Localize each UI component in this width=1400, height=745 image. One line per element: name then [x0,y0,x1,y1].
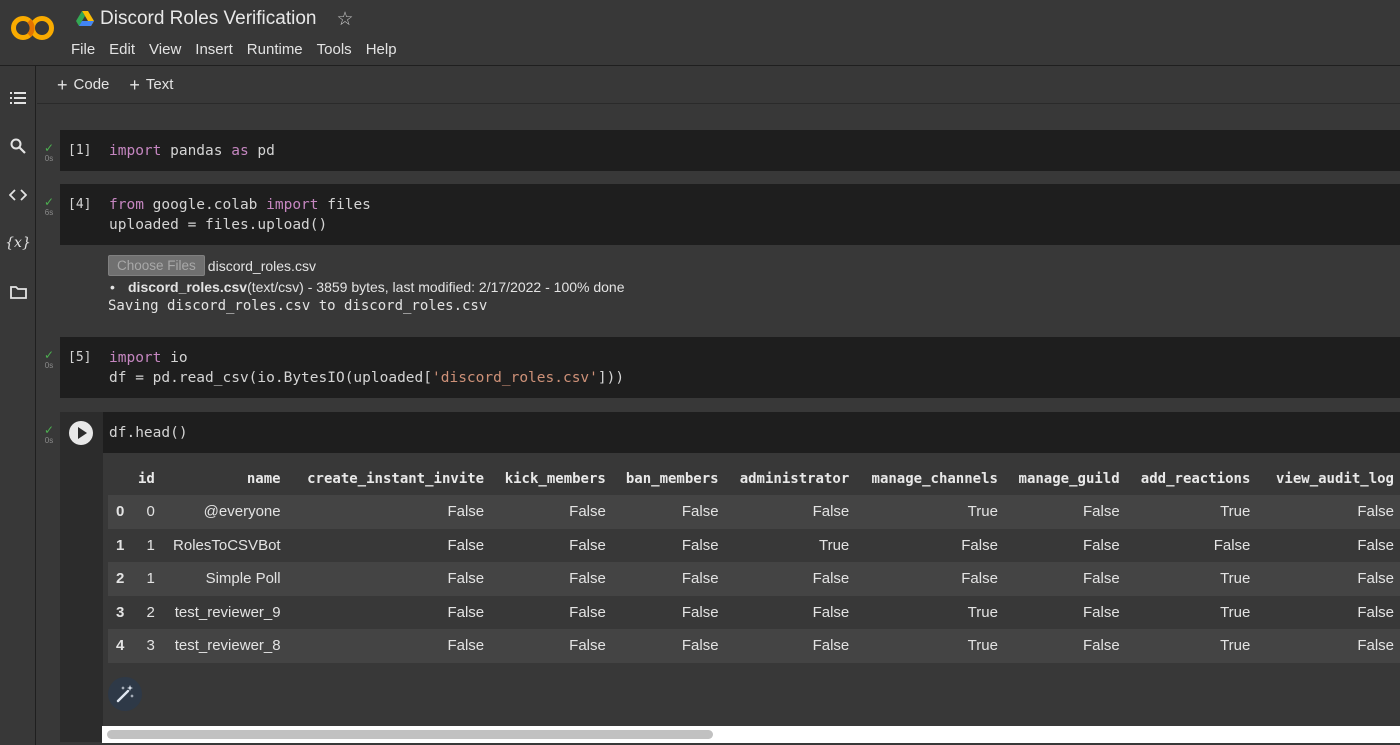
add-code-label: Code [73,76,110,93]
add-text-label: Text [145,76,174,93]
title-row: Discord Roles Verification ☆ [76,6,354,32]
column-header: manage_channels [871,470,998,487]
check-icon: ✓ [43,141,55,155]
header: Discord Roles Verification ☆ File Edit V… [0,0,1400,66]
column-header: add_reactions [1140,470,1251,487]
column-header: name [246,470,281,487]
cell-code[interactable]: from google.colab import files uploaded … [109,195,371,235]
exec-time: 0s [44,436,54,445]
exec-time: 6s [44,208,54,217]
plus-icon: + [129,74,140,95]
column-header: manage_guild [1018,470,1120,487]
table-row: 0 0 @everyone False False False False True False… [108,495,1400,529]
table-row: 4 3 test_reviewer_8 False False False False Tru… [108,629,1400,663]
column-header [108,462,132,495]
menu-help[interactable]: Help [366,41,397,58]
plus-icon: + [57,74,68,95]
notebook-title[interactable]: Discord Roles Verification [100,8,316,30]
magic-wand-icon [116,685,134,703]
cell-code[interactable]: df.head() [109,423,188,443]
table-header-row: id name create_instant_invite kick_membe… [108,462,1400,495]
colab-logo[interactable] [10,12,56,44]
bullet-icon: • [110,279,115,295]
magic-wand-button[interactable] [108,677,142,711]
files-folder-icon[interactable] [6,280,30,304]
chosen-file-name: discord_roles.csv [207,257,316,274]
table-row: 1 1 RolesToCSVBot False False False True False F… [108,528,1400,562]
cell-status: ✓ 6s [42,196,56,217]
star-icon[interactable]: ☆ [336,10,353,29]
add-code-button[interactable]: + Code [57,76,109,94]
check-icon: ✓ [43,348,55,362]
cell-status: ✓ 0s [42,349,56,370]
cell-prompt: [1] [68,143,92,158]
choose-files-button[interactable]: Choose Files [108,255,205,276]
cell-status: ✓ 0s [42,424,56,445]
add-text-button[interactable]: + Text [129,76,173,94]
cell-prompt: [4] [68,197,92,212]
exec-time: 0s [44,154,54,163]
column-header: view_audit_log [1275,470,1394,487]
search-icon[interactable] [6,134,30,158]
notebook-toolbar: + Code + Text [37,66,1400,104]
upload-output: Choose Files discord_roles.csv • discord_r… [108,255,625,315]
column-header: kick_members [504,470,606,487]
dataframe-table: id name create_instant_invite kick_membe… [108,462,1400,663]
exec-time: 0s [44,361,54,370]
table-row: 3 2 test_reviewer_9 False False False False Tru… [108,595,1400,629]
google-drive-icon [76,11,94,26]
menu-file[interactable]: File [71,41,95,58]
cell-code[interactable]: import pandas as pd [109,141,275,161]
left-rail: {x} [0,66,36,745]
column-header: ban_members [625,470,719,487]
code-cell[interactable] [103,412,1400,453]
cell-prompt: [5] [68,350,92,365]
cell-gutter [60,412,103,742]
code-snippets-icon[interactable] [6,183,30,207]
table-row: 2 1 Simple Poll False False False False False Fa… [108,562,1400,596]
menu-edit[interactable]: Edit [109,41,135,58]
play-icon [78,427,87,439]
scrollbar-thumb[interactable] [107,730,713,739]
table-of-contents-icon[interactable] [6,86,30,110]
column-header: administrator [739,470,850,487]
menu-view[interactable]: View [149,41,181,58]
run-cell-button[interactable] [69,421,93,445]
saving-message: Saving discord_roles.csv to discord_role… [108,298,488,314]
cell-code[interactable]: import io df = pd.read_csv(io.BytesIO(up… [109,348,624,388]
menu-insert[interactable]: Insert [195,41,233,58]
check-icon: ✓ [43,423,55,437]
column-header: create_instant_invite [307,470,485,487]
upload-status: • discord_roles.csv(text/csv) - 3859 byte… [110,279,625,295]
cell-status: ✓ 0s [42,142,56,163]
column-header: id [137,470,155,487]
menu-runtime[interactable]: Runtime [247,41,303,58]
menu-bar: File Edit View Insert Runtime Tools Help [71,38,411,60]
check-icon: ✓ [43,195,55,209]
menu-tools[interactable]: Tools [317,41,352,58]
variables-icon[interactable]: {x} [5,231,31,255]
